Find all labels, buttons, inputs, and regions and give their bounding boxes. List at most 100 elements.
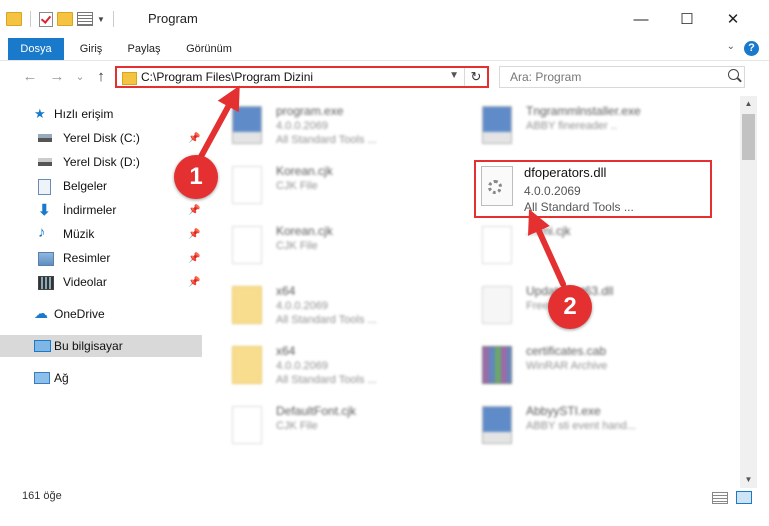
file-icon [232,226,262,264]
quick-access-toolbar: ▼ [6,9,118,29]
sidebar-item-local-disk-d[interactable]: Yerel Disk (D:) [0,151,202,173]
file-item[interactable]: Tngrammlnstaller.exe ABBY finereader .. [464,100,694,154]
sidebar-item-quick-access[interactable]: ★ Hızlı erişim [0,103,202,125]
pin-icon[interactable]: 📌 [188,277,200,288]
tab-share[interactable]: Paylaş [122,38,166,60]
recent-locations-button[interactable]: ⌄ [70,67,90,87]
file-detail: CJK File [276,240,318,252]
new-folder-icon[interactable] [57,12,73,26]
file-item[interactable]: x64 4.0.0.2069 All Standard Tools ... [214,340,444,394]
separator [30,11,31,27]
dll-icon [482,286,512,324]
sidebar-item-label: Videolar [63,275,107,289]
maximize-button[interactable]: ☐ [672,8,702,30]
file-icon [482,226,512,264]
sidebar-item-network[interactable]: Ağ [0,367,202,389]
pin-icon[interactable]: 📌 [188,229,200,240]
navigation-pane: ★ Hızlı erişim Yerel Disk (C:) 📌 Yerel D… [0,96,204,468]
view-properties-icon[interactable] [77,12,93,26]
exe-icon [232,106,262,144]
file-item[interactable]: ...rmi.cjk [464,220,694,274]
step-marker-1: 1 [174,155,218,199]
drive-icon [38,134,52,142]
minimize-button[interactable]: — [626,8,656,30]
folder-icon[interactable] [6,12,22,26]
sidebar-item-documents[interactable]: Belgeler [0,175,202,197]
help-button[interactable]: ? [744,41,759,56]
file-description: All Standard Tools ... [524,200,634,214]
file-item[interactable]: Korean.cjk CJK File [214,160,444,214]
up-button[interactable]: ↑ [91,67,111,87]
forward-button[interactable]: → [47,67,67,87]
file-detail: ABBY sti event hand... [526,420,636,432]
pin-icon[interactable]: 📌 [188,133,200,144]
chevron-down-icon[interactable]: ▼ [97,15,105,24]
back-button[interactable]: ← [20,67,40,87]
file-detail: All Standard Tools ... [276,134,377,146]
exe-icon [482,406,512,444]
sidebar-item-pictures[interactable]: Resimler 📌 [0,247,202,269]
file-detail: All Standard Tools ... [276,374,377,386]
network-icon [34,372,50,384]
sidebar-item-local-disk-c[interactable]: Yerel Disk (C:) 📌 [0,127,202,149]
tab-view[interactable]: Görünüm [178,38,240,60]
file-item[interactable]: x64 4.0.0.2069 All Standard Tools ... [214,280,444,334]
file-name: Korean.cjk [276,164,333,178]
tab-home[interactable]: Giriş [72,38,110,60]
properties-check-icon[interactable] [39,11,53,27]
sidebar-item-this-pc[interactable]: Bu bilgisayar [0,335,202,357]
pin-icon[interactable]: 📌 [188,205,200,216]
scroll-thumb[interactable] [742,114,755,160]
archive-icon [482,346,512,384]
file-name: AbbyySTI.exe [526,404,601,418]
status-bar: 161 öğe [0,490,769,526]
file-name: program.exe [276,104,344,118]
download-icon: ⬇ [38,202,51,219]
folder-icon [122,72,137,85]
file-name: Korean.cjk [276,224,333,238]
separator [112,11,114,27]
sidebar-item-downloads[interactable]: ⬇ İndirmeler 📌 [0,199,202,221]
sidebar-item-label: Yerel Disk (D:) [63,155,140,169]
chevron-down-icon[interactable]: ▼ [449,70,459,81]
address-bar[interactable]: C:\Program Files\Program Dizini ▼ ↻ [115,66,489,88]
scroll-up-icon[interactable]: ▲ [740,96,757,112]
sidebar-item-label: Belgeler [63,179,108,193]
folder-icon [232,346,262,384]
search-box[interactable]: Ara: Program [499,66,745,88]
file-item-dfoperators[interactable]: dfoperators.dll 4.0.0.2069 All Standard … [478,162,708,216]
computer-icon [34,340,51,352]
pin-icon[interactable]: 📌 [188,253,200,264]
sidebar-item-label: Yerel Disk (C:) [63,131,140,145]
file-detail: All Standard Tools ... [276,314,377,326]
details-view-icon[interactable] [712,492,728,504]
file-detail: 4.0.0.2069 [276,120,328,132]
file-item[interactable]: DefaultFont.cjk CJK File [214,400,444,454]
sidebar-item-videos[interactable]: Videolar 📌 [0,271,202,293]
sidebar-item-label: Bu bilgisayar [54,339,123,353]
file-item[interactable]: AbbyySTI.exe ABBY sti event hand... [464,400,694,454]
file-item[interactable]: Korean.cjk CJK File [214,220,444,274]
refresh-button[interactable]: ↻ [464,68,487,86]
file-name: Tngrammlnstaller.exe [526,104,641,118]
file-item[interactable]: program.exe 4.0.0.2069 All Standard Tool… [214,100,444,154]
file-name: DefaultFont.cjk [276,404,357,418]
sidebar-item-onedrive[interactable]: ☁ OneDrive [0,303,202,325]
ribbon: Dosya Giriş Paylaş Görünüm ⌄ ? [0,38,769,61]
vertical-scrollbar[interactable]: ▲ ▼ [740,96,757,488]
title-bar: ▼ Program — ☐ ✕ [0,0,769,38]
address-path[interactable]: C:\Program Files\Program Dizini [141,70,313,84]
tab-file[interactable]: Dosya [8,38,64,60]
file-item[interactable]: certificates.cab WinRAR Archive [464,340,694,394]
search-input[interactable]: Ara: Program [510,70,581,84]
close-button[interactable]: ✕ [718,8,748,30]
step-marker-2: 2 [548,285,592,329]
scroll-down-icon[interactable]: ▼ [740,472,757,488]
sidebar-item-label: İndirmeler [63,203,117,217]
tiles-view-icon[interactable] [736,491,752,504]
ribbon-expand-icon[interactable]: ⌄ [727,41,735,52]
sidebar-item-music[interactable]: ♪ Müzik 📌 [0,223,202,245]
file-detail: 4.0.0.2069 [276,300,328,312]
navigation-bar: ← → ⌄ ↑ C:\Program Files\Program Dizini … [0,61,769,93]
file-name: certificates.cab [526,344,607,358]
